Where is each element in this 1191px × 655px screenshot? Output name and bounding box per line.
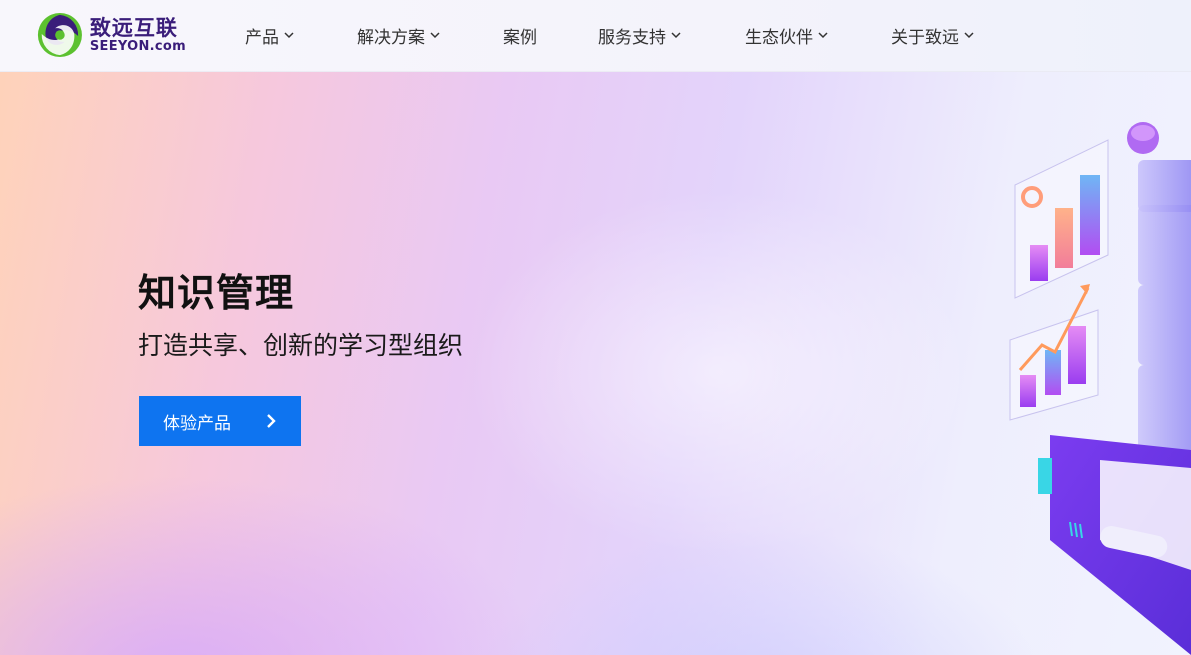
nav-item-label: 生态伙伴 <box>745 27 813 48</box>
site-header: 致远互联 SEEYON.com 产品 解决方案 案例 服务支持 生态伙伴 关于致… <box>0 0 1191 72</box>
chevron-down-icon <box>964 32 974 39</box>
nav-item-label: 产品 <box>245 27 279 48</box>
chevron-down-icon <box>284 32 294 39</box>
nav-item-label: 案例 <box>503 27 537 48</box>
chevron-down-icon <box>430 32 440 39</box>
main-nav: 产品 解决方案 案例 服务支持 生态伙伴 关于致远 <box>0 0 1191 72</box>
hero-illustration <box>1009 122 1191 655</box>
nav-item-support[interactable]: 服务支持 <box>598 22 682 48</box>
nav-item-label: 关于致远 <box>891 27 959 48</box>
nav-item-about[interactable]: 关于致远 <box>891 22 975 48</box>
nav-item-solutions[interactable]: 解决方案 <box>357 22 441 48</box>
hero-subtitle: 打造共享、创新的学习型组织 <box>138 331 464 360</box>
try-product-label: 体验产品 <box>163 413 231 434</box>
chevron-down-icon <box>818 32 828 39</box>
nav-item-label: 服务支持 <box>598 27 666 48</box>
chevron-right-icon <box>267 414 276 428</box>
chevron-down-icon <box>671 32 681 39</box>
try-product-button[interactable]: 体验产品 <box>139 396 301 446</box>
nav-item-partners[interactable]: 生态伙伴 <box>745 22 829 48</box>
hero-title: 知识管理 <box>138 271 295 315</box>
nav-item-label: 解决方案 <box>357 27 425 48</box>
nav-item-products[interactable]: 产品 <box>245 22 295 48</box>
nav-item-cases[interactable]: 案例 <box>503 22 537 48</box>
